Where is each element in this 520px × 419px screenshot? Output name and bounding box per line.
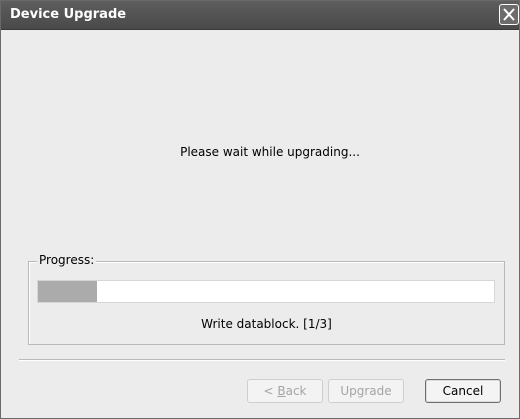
title-bar[interactable]: Device Upgrade	[1, 1, 519, 30]
back-label-mnemonic: B	[277, 384, 286, 398]
progress-bar	[37, 280, 495, 303]
cancel-button[interactable]: Cancel	[425, 379, 501, 403]
close-button[interactable]	[499, 4, 519, 25]
progress-label: Progress:	[37, 253, 97, 268]
separator	[19, 359, 505, 361]
back-label-prefix: <	[263, 384, 278, 398]
progress-groupbox	[28, 261, 505, 345]
window-title: Device Upgrade	[10, 7, 127, 22]
back-label-rest: ack	[285, 384, 307, 398]
progress-status: Write datablock. [1/3]	[201, 317, 332, 331]
progress-bar-fill	[38, 281, 98, 302]
close-icon	[503, 8, 515, 21]
back-button[interactable]: < Back	[247, 379, 323, 403]
device-upgrade-dialog: Device Upgrade Please wait while upgradi…	[0, 0, 520, 419]
wait-message: Please wait while upgrading...	[180, 145, 360, 159]
upgrade-button[interactable]: Upgrade	[328, 379, 404, 403]
